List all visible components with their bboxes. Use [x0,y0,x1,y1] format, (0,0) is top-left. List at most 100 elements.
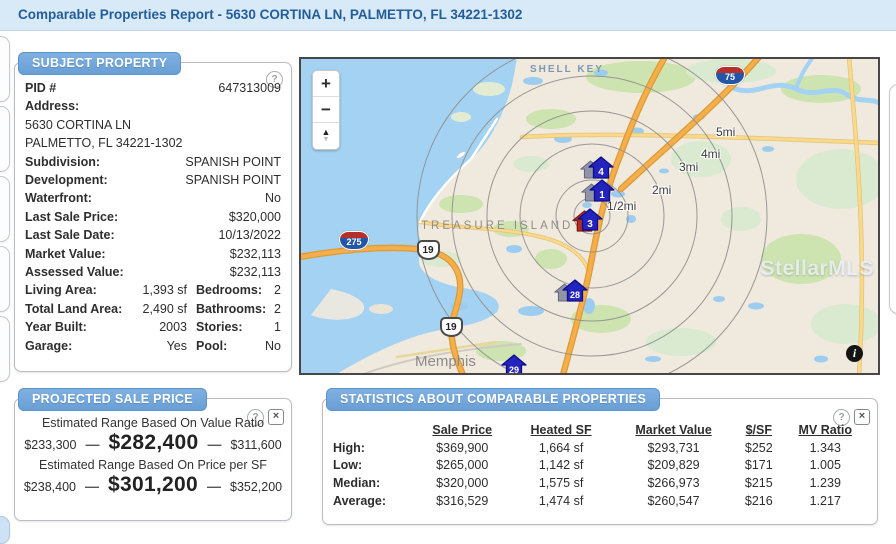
statistic-value: 1,474 sf [511,492,611,510]
field-value: Yes [129,337,187,355]
subject-property-tab: SUBJECT PROPERTY [18,52,181,75]
comp-property-marker-4[interactable]: 4 [588,156,614,179]
range-values: $233,300 — $282,400 — $311,600 [21,431,285,455]
field-label: Garage: [25,337,129,355]
statistics-header-row: Sale PriceHeated SFMarket Value$/SFMV Ra… [333,421,869,439]
statistic-value: $266,973 [611,474,736,492]
field-value: $232,113 [230,245,281,263]
range-mid: $282,400 [108,431,198,455]
statistic-value: $260,547 [611,492,736,510]
row-label: Low: [333,457,413,475]
zoom-in-button[interactable]: + [313,71,339,97]
statistic-value: 1,664 sf [511,439,611,457]
field-label: Development: [25,171,108,189]
statistic-value: $265,000 [413,457,511,475]
field-value: 2 [274,300,281,318]
title-bar: Comparable Properties Report - 5630 CORT… [0,0,896,31]
dash: — [207,478,221,494]
statistic-value: $316,529 [413,492,511,510]
range-caption: Estimated Range Based On Value Ratio [21,416,285,430]
statistics-row: Average:$316,5291,474 sf$260,547$2161.21… [333,492,869,510]
dash: — [85,436,99,452]
info-button[interactable]: i [846,345,863,362]
row-label: Median: [333,474,413,492]
collapsed-card-edge [0,106,10,172]
field-label: Year Built: [25,318,129,336]
field-label: Total Land Area: [25,300,129,318]
field-value: 2003 [129,318,187,336]
field-value: SPANISH POINT [185,153,281,171]
range-caption: Estimated Range Based On Price per SF [21,458,285,472]
field-value: 2,490 sf [129,300,187,318]
statistic-value: $293,731 [611,439,736,457]
field-value: No [265,337,281,355]
property-field-row: Market Value:$232,113 [25,245,281,263]
comp-property-marker-28[interactable]: 28 [562,279,588,302]
statistic-value: 1.239 [782,474,869,492]
field-label: Subdivision: [25,153,100,171]
field-value: 647313009 [218,79,281,97]
property-field-row: Last Sale Price:$320,000 [25,208,281,226]
field-label: Bathrooms: [196,300,266,318]
column-header: Heated SF [511,421,611,439]
statistics-row: High:$369,9001,664 sf$293,731$2521.343 [333,439,869,457]
field-label: Address: [25,97,79,115]
dash: — [85,478,99,494]
statistics-panel: STATISTICS ABOUT COMPARABLE PROPERTIES ?… [322,398,878,525]
triangle-up-icon: ▲ [322,128,331,136]
statistic-value: $215 [736,474,781,492]
statistic-value: $216 [736,492,781,510]
column-header: MV Ratio [782,421,869,439]
field-value: 1 [274,318,281,336]
property-field-pair-row: Garage:YesPool:No [25,337,281,355]
projected-sale-price-panel: PROJECTED SALE PRICE ? × Estimated Range… [14,398,292,521]
field-value: 10/13/2022 [218,226,281,244]
field-label: PID # [25,79,56,97]
field-value: No [265,189,281,207]
statistics-table: Sale PriceHeated SFMarket Value$/SFMV Ra… [333,421,869,509]
page-title: Comparable Properties Report - 5630 CORT… [18,7,522,22]
property-field-row: Subdivision: SPANISH POINT [25,153,281,171]
home-button[interactable]: ▲ ▼ [313,123,339,149]
field-value: SPANISH POINT [185,171,281,189]
column-header: Market Value [611,421,736,439]
property-field-pair-row: Living Area:1,393 sfBedrooms:2 [25,281,281,299]
statistic-value: 1,142 sf [511,457,611,475]
collapsed-card-edge [0,516,10,544]
address-line: PALMETTO, FL 34221-1302 [25,134,281,152]
svg-text:3: 3 [587,219,593,230]
field-label: Last Sale Date: [25,226,115,244]
statistic-value: $320,000 [413,474,511,492]
property-field-pair-row: Total Land Area:2,490 sf Bathrooms: 2 [25,300,281,318]
comp-property-marker-1[interactable]: 1 [589,179,615,202]
row-label: Average: [333,492,413,510]
zoom-out-button[interactable]: − [313,97,339,123]
statistics-body: High:$369,9001,664 sf$293,731$2521.343Lo… [333,439,869,509]
row-label: High: [333,439,413,457]
property-field-pair-row: Year Built:2003Stories:1 [25,318,281,336]
collapsed-card-edge [0,246,10,312]
statistics-row: Median:$320,0001,575 sf$266,973$2151.239 [333,474,869,492]
comp-property-marker-29[interactable]: 29 [501,354,527,375]
property-field-row: Last Sale Date: 10/13/2022 [25,226,281,244]
comp-property-marker-3[interactable]: 3 [577,208,603,231]
range-low: $233,300 [24,438,76,452]
collapsed-card-edge [0,316,10,382]
property-field-row: Assessed Value:$232,113 [25,263,281,281]
svg-text:1: 1 [599,190,605,201]
svg-text:29: 29 [509,365,519,375]
collapsed-card-edge [889,84,896,314]
statistic-value: 1,575 sf [511,474,611,492]
field-value: $320,000 [229,208,281,226]
statistic-value: $369,900 [413,439,511,457]
field-value: $232,113 [230,263,281,281]
statistics-row: Low:$265,0001,142 sf$209,829$1711.005 [333,457,869,475]
range-mid: $301,200 [108,473,198,497]
range-low: $238,400 [24,480,76,494]
collapsed-card-edge [0,176,10,242]
field-label: Bedrooms: [196,281,262,299]
triangle-down-icon: ▼ [323,136,330,144]
map[interactable]: 1/2mi2mi3mi4mi5miSHELL KEYTREASURE ISLAN… [299,57,880,375]
svg-text:4: 4 [598,167,604,178]
statistic-value: 1.343 [782,439,869,457]
